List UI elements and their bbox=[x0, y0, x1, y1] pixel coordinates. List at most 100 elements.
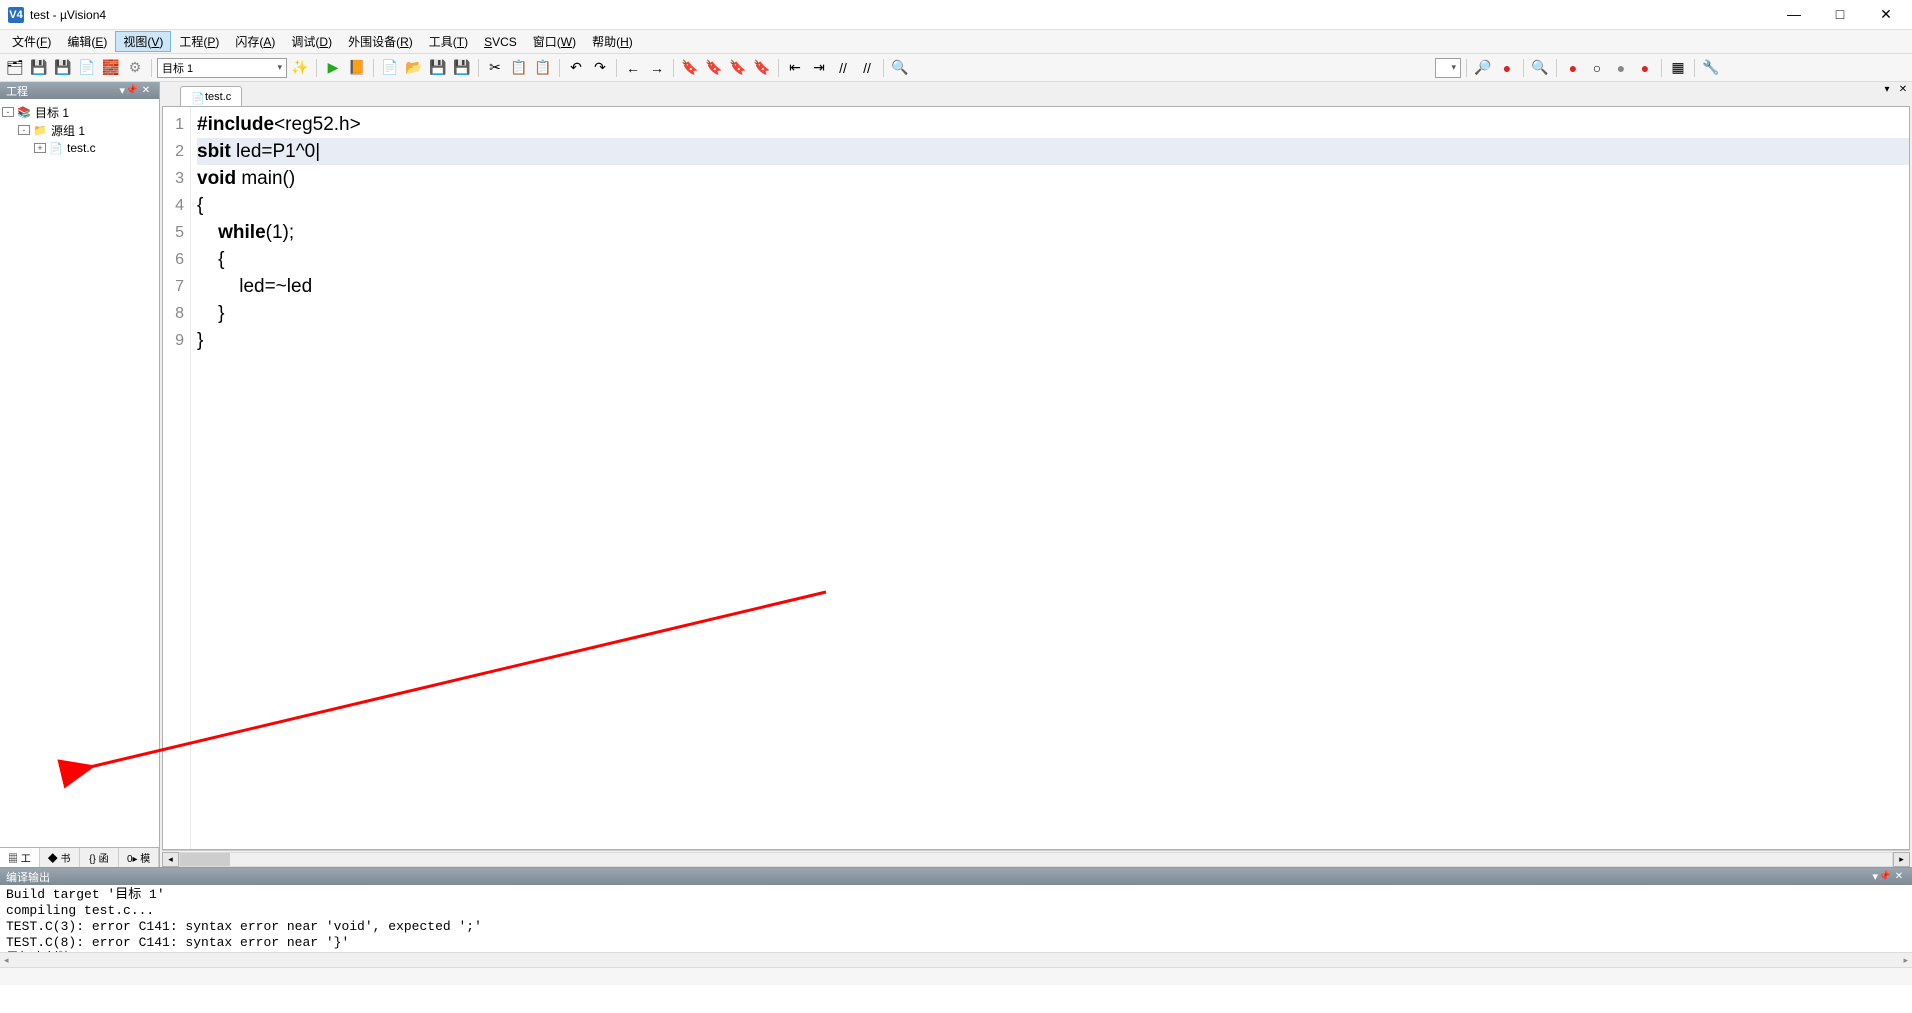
menu-w[interactable]: 窗口(W) bbox=[525, 31, 584, 52]
indent-dec-icon[interactable]: ⇤ bbox=[784, 57, 806, 79]
code-line[interactable]: { bbox=[197, 246, 1909, 273]
toolbar-separator bbox=[778, 59, 779, 77]
pin-icon[interactable]: 📌 bbox=[125, 85, 139, 96]
menu-s[interactable]: SVCS bbox=[476, 33, 525, 51]
find-folder-icon[interactable]: 🔍 bbox=[889, 57, 911, 79]
output-hscroll[interactable]: ◂▸ bbox=[0, 952, 1912, 967]
toolbar-separator bbox=[478, 59, 479, 77]
scroll-thumb[interactable] bbox=[180, 853, 230, 866]
project-panel-tabs: ▦ 工◆ 书{} 函0▸ 模 bbox=[0, 847, 159, 867]
nav-fwd-icon[interactable]: → bbox=[646, 57, 668, 79]
project-panel-header: 工程 ▾ 📌 ✕ bbox=[0, 82, 159, 99]
editor-panel-controls: ▾ ✕ bbox=[1880, 84, 1910, 95]
find-combo[interactable] bbox=[1435, 58, 1461, 78]
paste-icon[interactable]: 📋 bbox=[532, 57, 554, 79]
toolbar-separator bbox=[316, 59, 317, 77]
zoom-lens-icon[interactable]: 🔍 bbox=[1529, 57, 1551, 79]
editor-dropdown-icon[interactable]: ▾ bbox=[1880, 84, 1894, 95]
menu-h[interactable]: 帮助(H) bbox=[584, 31, 641, 52]
output-panel: 编译输出 ▾ 📌 ✕ Build target '目标 1' compiling… bbox=[0, 867, 1912, 967]
code-line[interactable]: #include<reg52.h> bbox=[197, 111, 1909, 138]
rec-stop-icon[interactable]: ○ bbox=[1586, 57, 1608, 79]
editor-body[interactable]: 123456789 #include<reg52.h>sbit led=P1^0… bbox=[162, 106, 1910, 850]
menu-r[interactable]: 外围设备(R) bbox=[340, 31, 421, 52]
sidebar-tab-proj[interactable]: ▦ 工 bbox=[0, 848, 40, 867]
maximize-button[interactable]: □ bbox=[1826, 6, 1854, 23]
run-green-icon[interactable]: ▶ bbox=[322, 57, 344, 79]
line-gutter: 123456789 bbox=[163, 107, 191, 849]
file-tab-testc[interactable]: 📄 test.c bbox=[180, 86, 242, 106]
window-config-icon[interactable]: ▦ bbox=[1667, 57, 1689, 79]
code-line[interactable]: { bbox=[197, 192, 1909, 219]
tree-expander[interactable]: - bbox=[2, 107, 14, 117]
menu-a[interactable]: 闪存(A) bbox=[227, 31, 283, 52]
breakpoint-ins-icon[interactable]: ● bbox=[1496, 57, 1518, 79]
folder-multi-icon[interactable]: 🗂 bbox=[4, 57, 26, 79]
code-line[interactable]: } bbox=[197, 300, 1909, 327]
tree-node[interactable]: -📁源组 1 bbox=[2, 121, 157, 139]
menu-v[interactable]: 视图(V) bbox=[115, 31, 171, 52]
bookmark-toggle-icon[interactable]: 🔖 bbox=[679, 57, 701, 79]
pin-icon[interactable]: 📌 bbox=[1878, 871, 1892, 882]
page-icon[interactable]: 📄 bbox=[76, 57, 98, 79]
new-page-icon[interactable]: 📄 bbox=[379, 57, 401, 79]
project-panel: 工程 ▾ 📌 ✕ -📚目标 1-📁源组 1+📄test.c ▦ 工◆ 书{} 函… bbox=[0, 82, 160, 867]
target-combo[interactable]: 目标 1 bbox=[157, 58, 287, 78]
panel-close-icon[interactable]: ✕ bbox=[1892, 871, 1906, 882]
nav-back-icon[interactable]: ← bbox=[622, 57, 644, 79]
sidebar-tab-book[interactable]: ◆ 书 bbox=[40, 848, 80, 867]
comment-icon[interactable]: // bbox=[832, 57, 854, 79]
menu-t[interactable]: 工具(T) bbox=[421, 31, 476, 52]
sidebar-tab-func[interactable]: {} 函 bbox=[80, 848, 120, 867]
tools-icon[interactable]: 🔧 bbox=[1700, 57, 1722, 79]
menu-d[interactable]: 调试(D) bbox=[283, 31, 340, 52]
rec-gray-icon[interactable]: ● bbox=[1610, 57, 1632, 79]
code-line[interactable]: sbit led=P1^0| bbox=[197, 138, 1909, 165]
copy-icon[interactable]: 📋 bbox=[508, 57, 530, 79]
code-line[interactable]: while(1); bbox=[197, 219, 1909, 246]
minimize-button[interactable]: — bbox=[1780, 6, 1808, 23]
panel-close-icon[interactable]: ✕ bbox=[139, 85, 153, 96]
book-yellow-icon[interactable]: 📙 bbox=[346, 57, 368, 79]
code-area[interactable]: #include<reg52.h>sbit led=P1^0|void main… bbox=[191, 107, 1909, 849]
tree-expander[interactable]: - bbox=[18, 125, 30, 135]
indent-inc-icon[interactable]: ⇥ bbox=[808, 57, 830, 79]
scroll-track[interactable] bbox=[179, 852, 1893, 867]
sidebar-tab-tmpl[interactable]: 0▸ 模 bbox=[119, 848, 159, 867]
tree-node[interactable]: +📄test.c bbox=[2, 139, 157, 157]
undo-icon[interactable]: ↶ bbox=[565, 57, 587, 79]
rec-red2-icon[interactable]: ● bbox=[1634, 57, 1656, 79]
bookmark-next-icon[interactable]: 🔖 bbox=[727, 57, 749, 79]
code-line[interactable]: void main() bbox=[197, 165, 1909, 192]
menu-f[interactable]: 文件(F) bbox=[4, 31, 59, 52]
code-line[interactable]: led=~led bbox=[197, 273, 1909, 300]
tree-expander[interactable]: + bbox=[34, 143, 46, 153]
brick-icon[interactable]: 🧱 bbox=[100, 57, 122, 79]
cut-icon[interactable]: ✂ bbox=[484, 57, 506, 79]
disk-icon[interactable]: 💾 bbox=[52, 57, 74, 79]
close-button[interactable]: ✕ bbox=[1872, 6, 1900, 23]
tree-node[interactable]: -📚目标 1 bbox=[2, 103, 157, 121]
project-tree[interactable]: -📚目标 1-📁源组 1+📄test.c bbox=[0, 99, 159, 847]
wand-icon[interactable]: ✨ bbox=[289, 57, 311, 79]
bookmark-prev-icon[interactable]: 🔖 bbox=[703, 57, 725, 79]
uncomment-icon[interactable]: // bbox=[856, 57, 878, 79]
redo-icon[interactable]: ↷ bbox=[589, 57, 611, 79]
debug-start-icon[interactable]: 🔎 bbox=[1472, 57, 1494, 79]
scroll-left-button[interactable]: ◂ bbox=[162, 852, 179, 867]
menu-p[interactable]: 工程(P) bbox=[171, 31, 227, 52]
gear-icon[interactable]: ⚙ bbox=[124, 57, 146, 79]
rec-red-icon[interactable]: ● bbox=[1562, 57, 1584, 79]
code-line[interactable]: } bbox=[197, 327, 1909, 354]
editor-hscroll[interactable]: ◂ ▸ bbox=[162, 850, 1910, 867]
menu-e[interactable]: 编辑(E) bbox=[59, 31, 115, 52]
save-all-icon[interactable]: 💾 bbox=[451, 57, 473, 79]
open-folder-icon[interactable]: 📂 bbox=[403, 57, 425, 79]
bookmark-clear-icon[interactable]: 🔖 bbox=[751, 57, 773, 79]
disk-multi-icon[interactable]: 💾 bbox=[28, 57, 50, 79]
file-icon: 📄 bbox=[48, 141, 64, 155]
save-icon[interactable]: 💾 bbox=[427, 57, 449, 79]
output-body[interactable]: Build target '目标 1' compiling test.c... … bbox=[0, 885, 1912, 952]
editor-close-icon[interactable]: ✕ bbox=[1896, 84, 1910, 95]
scroll-right-button[interactable]: ▸ bbox=[1893, 852, 1910, 867]
